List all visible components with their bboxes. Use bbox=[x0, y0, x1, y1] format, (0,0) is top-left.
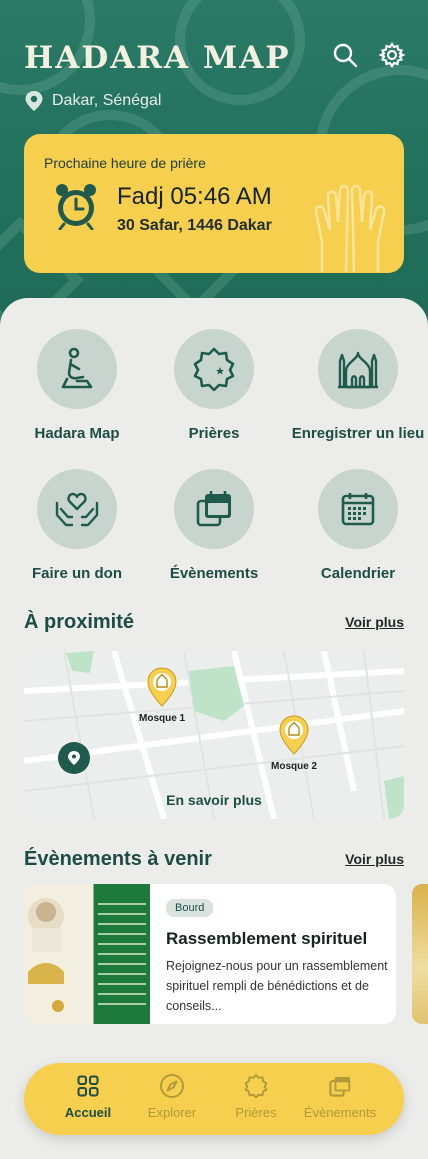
map-marker-icon[interactable] bbox=[278, 715, 310, 755]
quick-action-label: Prières bbox=[188, 425, 240, 442]
event-poster-image bbox=[24, 884, 150, 1024]
search-icon[interactable] bbox=[332, 42, 358, 68]
app-title: HADARA MAP bbox=[24, 40, 291, 76]
quick-action-label: Hadara Map bbox=[34, 425, 120, 442]
events-section-title: Évènements à venir bbox=[24, 848, 212, 870]
nearby-see-more-link[interactable]: Voir plus bbox=[345, 614, 404, 630]
map-marker-label: Mosque 2 bbox=[271, 761, 318, 772]
calendar-stack-icon bbox=[329, 1077, 351, 1097]
calendar-icon bbox=[341, 493, 375, 526]
next-event-card-peek[interactable] bbox=[412, 884, 428, 1024]
nav-tab-home[interactable]: Accueil bbox=[43, 1073, 133, 1120]
map-learn-more-link[interactable]: En savoir plus bbox=[24, 792, 404, 808]
nav-tab-prayers[interactable]: Prières bbox=[211, 1073, 301, 1120]
nav-tab-label: Évènements bbox=[303, 1105, 377, 1120]
nav-tab-label: Explorer bbox=[147, 1105, 197, 1120]
locate-me-button[interactable] bbox=[58, 742, 90, 774]
quick-action-save-place[interactable]: Enregistrer un lieu bbox=[288, 329, 428, 442]
prayer-card-heading: Prochaine heure de prière bbox=[44, 155, 206, 171]
location-text: Dakar, Sénégal bbox=[52, 92, 162, 109]
map-marker-icon[interactable] bbox=[146, 667, 178, 707]
quick-action-circle bbox=[318, 469, 398, 549]
hijri-date: 30 Safar, 1446 Dakar bbox=[117, 217, 272, 234]
quick-action-circle bbox=[37, 469, 117, 549]
next-prayer-card[interactable]: Prochaine heure de prière Fadj 05:46 AM … bbox=[24, 134, 404, 273]
quick-action-events[interactable]: Évènements bbox=[144, 469, 284, 582]
header-banner: HADARA MAP Dakar, Sénégal Prochaine heur… bbox=[0, 0, 428, 330]
nav-tab-label: Prières bbox=[235, 1105, 277, 1120]
quick-action-circle bbox=[318, 329, 398, 409]
nav-tab-explore[interactable]: Explorer bbox=[127, 1073, 217, 1120]
crescent-star-badge-icon bbox=[193, 347, 235, 391]
event-tag-badge: Bourd bbox=[166, 899, 214, 917]
quick-action-prayers[interactable]: Prières bbox=[144, 329, 284, 442]
gear-icon[interactable] bbox=[378, 42, 406, 68]
quick-action-hadara-map[interactable]: Hadara Map bbox=[7, 329, 147, 442]
quick-action-calendar[interactable]: Calendrier bbox=[288, 469, 428, 582]
prayer-person-icon bbox=[61, 347, 93, 389]
quick-action-label: Enregistrer un lieu bbox=[291, 425, 425, 442]
quick-action-label: Calendrier bbox=[320, 565, 396, 582]
mosque-icon bbox=[338, 351, 378, 389]
quick-action-donate[interactable]: Faire un don bbox=[7, 469, 147, 582]
bottom-navigation: Accueil Explorer Prières Évènements bbox=[24, 1063, 404, 1135]
event-card[interactable]: Bourd Rassemblement spirituel Rejoignez-… bbox=[24, 884, 396, 1024]
nearby-section-title: À proximité bbox=[24, 611, 135, 633]
location-row[interactable]: Dakar, Sénégal bbox=[24, 90, 161, 112]
events-see-more-link[interactable]: Voir plus bbox=[345, 851, 404, 867]
crescent-star-badge-icon bbox=[244, 1074, 268, 1098]
quick-action-label: Faire un don bbox=[32, 565, 122, 582]
event-title: Rassemblement spirituel bbox=[166, 929, 368, 948]
nav-tab-events[interactable]: Évènements bbox=[295, 1073, 385, 1120]
quick-action-circle bbox=[37, 329, 117, 409]
map-marker-label: Mosque 1 bbox=[139, 713, 186, 724]
calendar-stack-icon bbox=[196, 491, 231, 527]
praying-hands-icon bbox=[314, 184, 386, 273]
event-description: Rejoignez-nous pour un rassemblement spi… bbox=[166, 959, 388, 1013]
location-pin-icon bbox=[25, 91, 43, 111]
alarm-clock-icon bbox=[56, 184, 96, 230]
nav-tab-label: Accueil bbox=[64, 1105, 112, 1120]
compass-icon bbox=[160, 1074, 184, 1098]
quick-action-circle bbox=[174, 469, 254, 549]
nearby-map-card[interactable]: Mosque 1 Mosque 2 En savoir plus bbox=[24, 651, 404, 819]
next-prayer-time: Fadj 05:46 AM bbox=[117, 183, 272, 210]
grid-icon bbox=[77, 1075, 99, 1097]
quick-action-circle bbox=[174, 329, 254, 409]
quick-action-label: Évènements bbox=[169, 565, 259, 582]
location-pin-icon bbox=[68, 751, 80, 765]
heart-hands-icon bbox=[55, 492, 99, 527]
